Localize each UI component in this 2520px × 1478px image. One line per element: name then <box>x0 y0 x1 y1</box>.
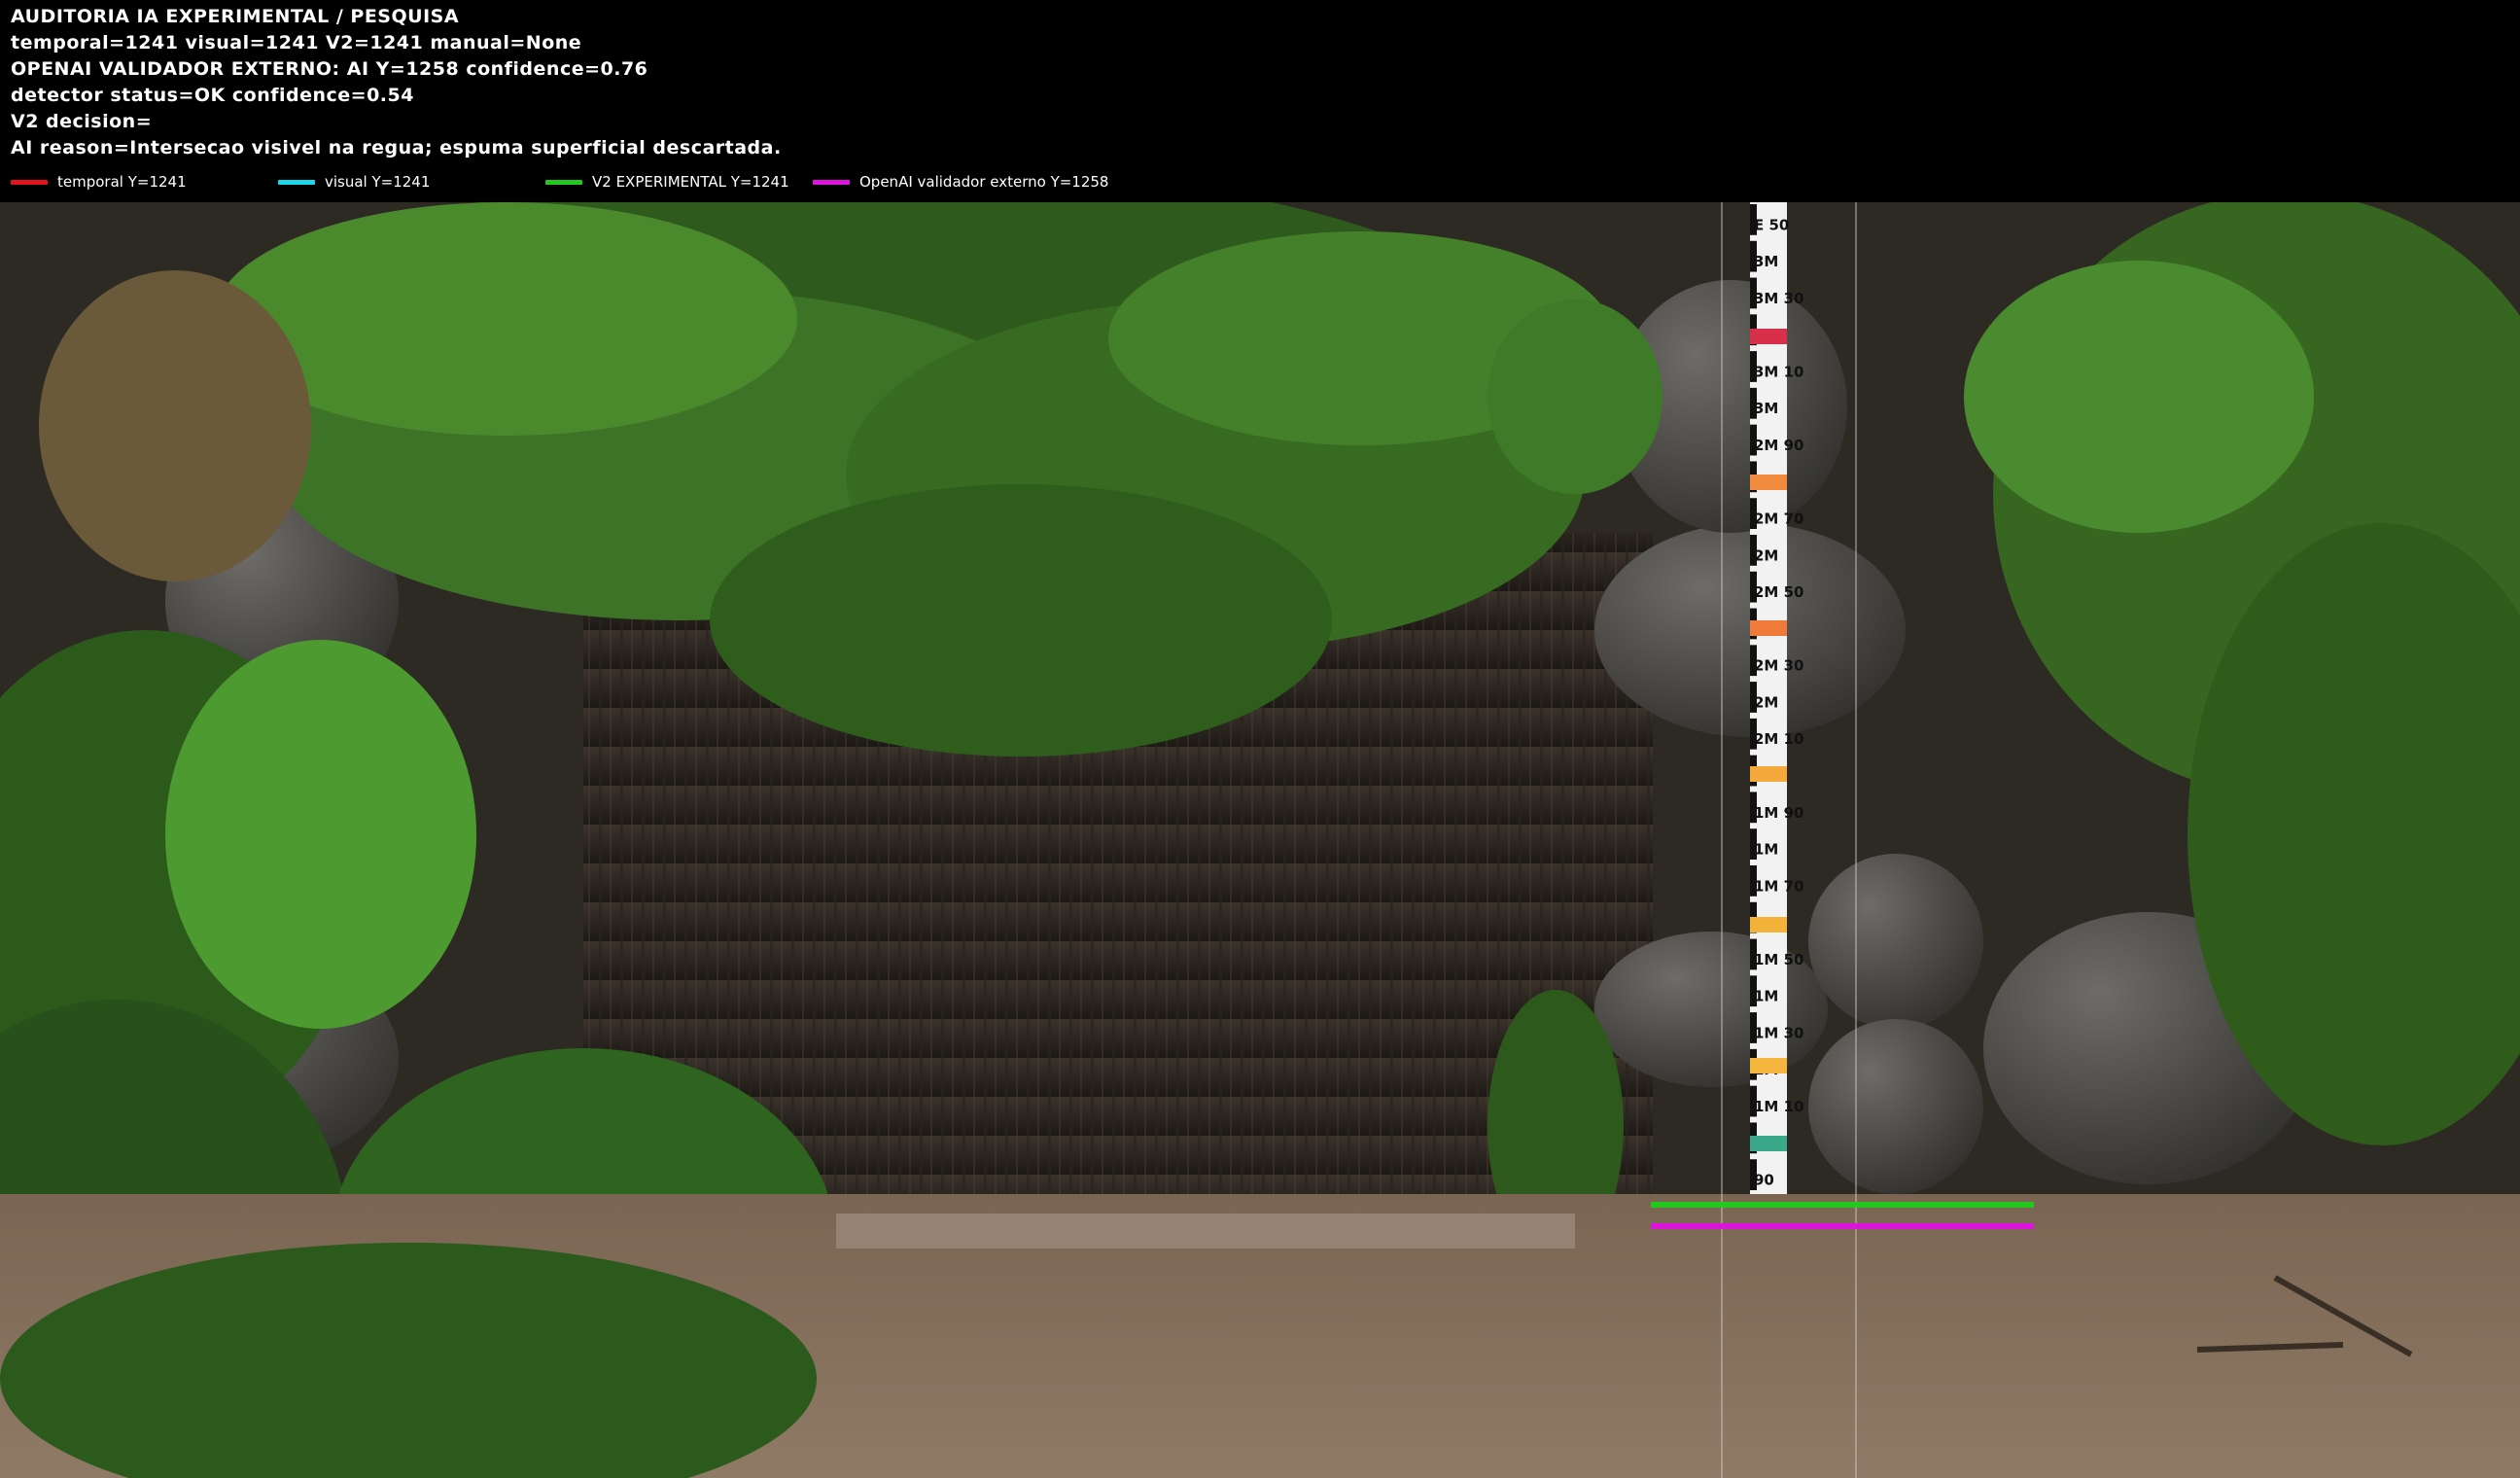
gauge-e-mark <box>1750 792 1757 824</box>
gauge-e-mark <box>1750 535 1757 566</box>
gauge-color-band <box>1750 1058 1787 1073</box>
legend-visual: visual Y=1241 <box>278 172 430 192</box>
gauge-tick-label: 1M <box>1754 988 1778 1005</box>
legend-swatch-visual <box>278 179 315 185</box>
gauge-tick-label: 1M 90 <box>1754 804 1803 822</box>
gauge-color-band <box>1750 475 1787 490</box>
legend-label-openai: OpenAI validador externo Y=1258 <box>859 173 1109 191</box>
gauge-tick-label: 1M <box>1754 841 1778 859</box>
gauge-tick-label: 3M <box>1754 253 1778 270</box>
gauge-tick-label: 90 <box>1754 1172 1774 1189</box>
v2-decision-line: V2 decision= <box>11 111 153 132</box>
gauge-color-band <box>1750 620 1787 636</box>
gauge-e-mark <box>1750 571 1757 603</box>
gauge-color-band <box>1750 1136 1787 1151</box>
gauge-e-mark <box>1750 351 1757 382</box>
gauge-e-mark <box>1750 718 1757 750</box>
legend-openai: OpenAI validador externo Y=1258 <box>813 172 1108 192</box>
legend-label-temporal: temporal Y=1241 <box>57 173 187 191</box>
gauge-e-mark <box>1750 240 1757 272</box>
gauge-e-mark <box>1750 498 1757 529</box>
legend-swatch-v2 <box>545 179 582 185</box>
gauge-e-mark <box>1750 682 1757 713</box>
scene-canvas: E 503M3M 303M3M 103M2M 902M2M 702M2M 502… <box>0 202 2520 1478</box>
gauge-color-band <box>1750 329 1787 344</box>
gauge-tick-label: 2M <box>1754 693 1778 711</box>
gauge-e-mark <box>1750 975 1757 1007</box>
gauge-e-mark <box>1750 645 1757 677</box>
legend-label-v2: V2 EXPERIMENTAL Y=1241 <box>592 173 789 191</box>
gauge-tick-label: E 50 <box>1754 216 1789 233</box>
gauge-e-mark <box>1750 1159 1757 1190</box>
gauge-tick-label: 2M <box>1754 546 1778 564</box>
weir-foam <box>836 1214 1575 1249</box>
audit-title: AUDITORIA IA EXPERIMENTAL / PESQUISA <box>11 6 460 27</box>
gauge-e-mark <box>1750 828 1757 860</box>
gauge-e-mark <box>1750 938 1757 970</box>
gauge-tick-label: 3M 10 <box>1754 363 1803 380</box>
gauge-e-mark <box>1750 387 1757 419</box>
gauge-tick-label: 2M 30 <box>1754 657 1803 675</box>
gauge-tick-label: 2M 10 <box>1754 730 1803 748</box>
legend-temporal: temporal Y=1241 <box>11 172 187 192</box>
camera-frame: E 503M3M 303M3M 103M2M 902M2M 702M2M 502… <box>0 202 2520 1478</box>
gauge-e-mark <box>1750 1012 1757 1043</box>
gauge-tick-label: 3M <box>1754 400 1778 417</box>
gauge-tick-label: 2M 90 <box>1754 437 1803 454</box>
legend-v2: V2 EXPERIMENTAL Y=1241 <box>545 172 789 192</box>
gauge-tick-label: 1M 70 <box>1754 877 1803 895</box>
gauge-tick-label: 1M 50 <box>1754 951 1803 968</box>
readings-line: temporal=1241 visual=1241 V2=1241 manual… <box>11 32 582 53</box>
boulder <box>1808 854 1983 1029</box>
legend-label-visual: visual Y=1241 <box>325 173 431 191</box>
legend-swatch-openai <box>813 179 850 185</box>
legend-swatch-temporal <box>11 179 48 185</box>
gauge-tick-label: 3M 30 <box>1754 290 1803 307</box>
openai-validator-line-text: OPENAI VALIDADOR EXTERNO: AI Y=1258 conf… <box>11 58 648 80</box>
gauge-e-mark <box>1750 1085 1757 1117</box>
gauge-e-mark <box>1750 424 1757 456</box>
gauge-e-mark <box>1750 865 1757 897</box>
gauge-tick-label: 1M 30 <box>1754 1024 1803 1041</box>
gauge-color-band <box>1750 917 1787 933</box>
gauge-tick-label: 2M 70 <box>1754 510 1803 528</box>
gauge-tick-label: 1M 10 <box>1754 1098 1803 1115</box>
detector-status-line: detector status=OK confidence=0.54 <box>11 85 414 106</box>
ai-reason-line: AI reason=Intersecao visivel na regua; e… <box>11 137 782 158</box>
gauge-color-band <box>1750 766 1787 782</box>
gauge-tick-label: 2M 50 <box>1754 583 1803 601</box>
gauge-e-mark <box>1750 204 1757 235</box>
gauge-e-mark <box>1750 277 1757 309</box>
debug-header: AUDITORIA IA EXPERIMENTAL / PESQUISA tem… <box>0 0 2520 202</box>
boulder <box>1808 1019 1983 1194</box>
